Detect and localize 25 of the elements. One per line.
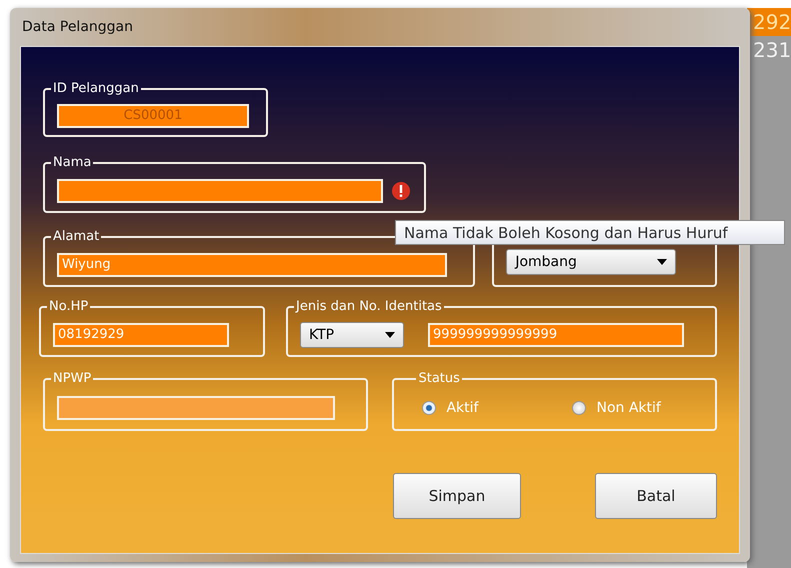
group-label: Jenis dan No. Identitas (294, 299, 443, 314)
group-label: Nama (52, 155, 92, 170)
group-label: NPWP (52, 371, 92, 386)
status-radio[interactable]: Non Aktif (572, 400, 692, 416)
status-radio[interactable]: Aktif (422, 400, 572, 416)
npwp-field[interactable] (57, 396, 335, 420)
caret-icon (385, 332, 396, 338)
group-label: Status (417, 371, 461, 386)
group-label: Alamat (52, 229, 100, 244)
group-label: No.HP (48, 299, 90, 314)
error-tooltip: Nama Tidak Boleh Kosong dan Harus Huruf (395, 220, 785, 245)
city-dropdown[interactable]: Jombang (506, 249, 676, 275)
window-title: Data Pelanggan (21, 18, 134, 37)
identity-number-field[interactable]: 999999999999999 (428, 322, 684, 346)
group-label: ID Pelanggan (52, 81, 140, 96)
background-text: 292 (747, 8, 791, 36)
phone-field[interactable]: 08192929 (53, 322, 229, 346)
background-text: 231 (752, 37, 791, 64)
cancel-button[interactable]: Batal (595, 473, 717, 519)
caret-icon (657, 259, 668, 265)
name-field[interactable] (57, 178, 383, 202)
save-button[interactable]: Simpan (393, 473, 521, 519)
address-field[interactable]: Wiyung (57, 252, 447, 276)
identity-type-dropdown[interactable]: KTP (300, 322, 404, 348)
id-field[interactable]: CS00001 (57, 104, 249, 128)
